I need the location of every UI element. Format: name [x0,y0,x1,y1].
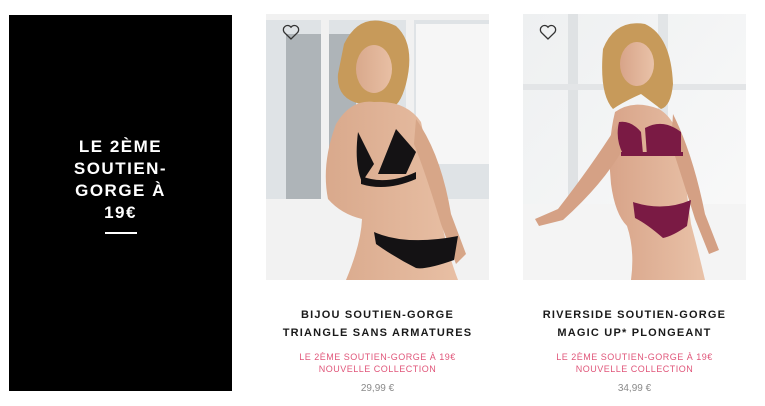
product-price: 34,99 € [617,383,652,394]
promo-banner[interactable]: LE 2ÈME SOUTIEN-GORGE À 19€ [9,15,232,391]
product-card[interactable]: RIVERSIDE SOUTIEN-GORGE MAGIC UP* PLONGE… [523,14,746,394]
wishlist-heart-icon[interactable] [539,24,557,40]
product-photo-illustration [266,14,489,280]
promo-banner-underline [104,232,137,234]
product-image[interactable] [266,14,489,280]
promo-banner-text: LE 2ÈME SOUTIEN-GORGE À 19€ [73,137,168,222]
product-promo-text: LE 2ÈME SOUTIEN-GORGE À 19€ NOUVELLE COL… [556,352,713,374]
product-name[interactable]: RIVERSIDE SOUTIEN-GORGE MAGIC UP* PLONGE… [523,306,746,342]
product-name[interactable]: BIJOU SOUTIEN-GORGE TRIANGLE SANS ARMATU… [266,306,489,342]
product-promo-text: LE 2ÈME SOUTIEN-GORGE À 19€ NOUVELLE COL… [299,352,456,374]
product-price: 29,99 € [360,383,395,394]
product-image[interactable] [523,14,746,280]
product-photo-illustration [523,14,746,280]
product-card[interactable]: BIJOU SOUTIEN-GORGE TRIANGLE SANS ARMATU… [266,14,489,394]
wishlist-heart-icon[interactable] [282,24,300,40]
